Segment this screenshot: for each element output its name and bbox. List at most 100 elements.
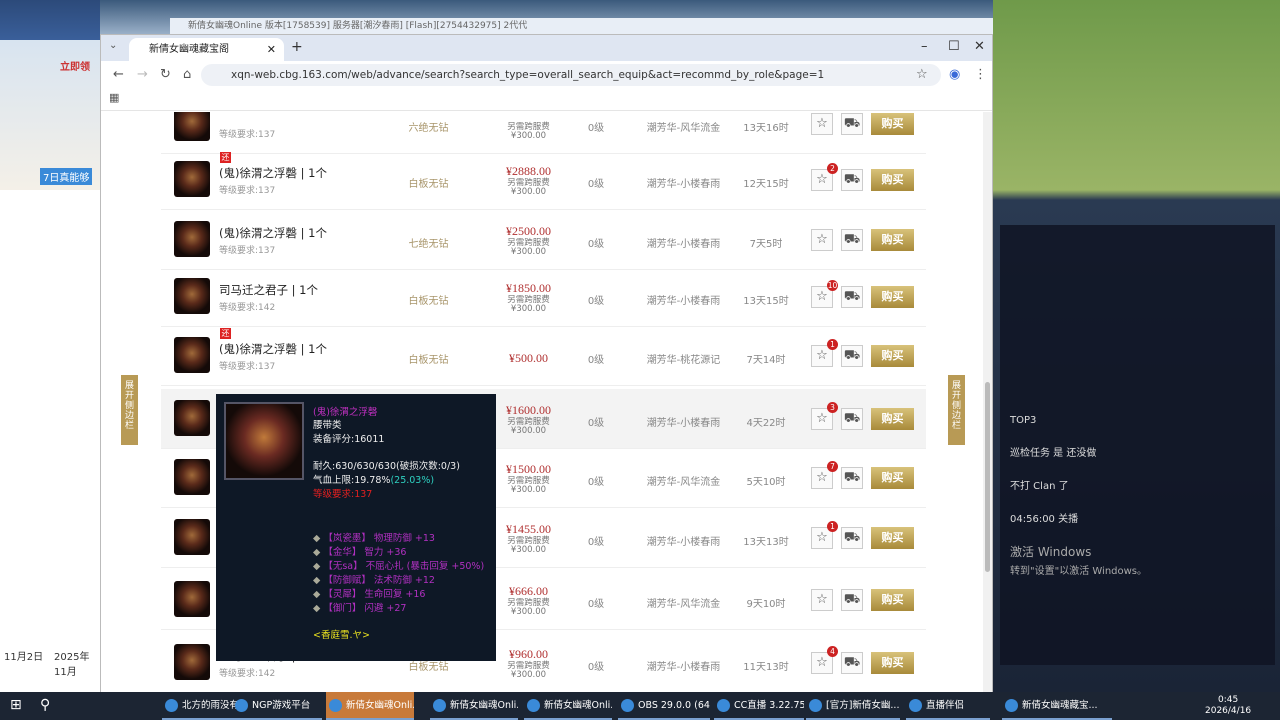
- apps-icon[interactable]: ▦: [109, 91, 119, 104]
- search-icon[interactable]: ⚲: [40, 697, 50, 713]
- taskbar-item[interactable]: NGP游戏平台: [232, 692, 322, 720]
- fee-amount: ¥300.00: [510, 545, 547, 555]
- maximize-button[interactable]: ☐: [948, 39, 960, 54]
- windows-start-icon[interactable]: ⊞: [10, 697, 22, 713]
- menu-icon[interactable]: ⋮: [974, 67, 987, 82]
- item-name[interactable]: (鬼)徐渭之浮磬 | 1个: [219, 225, 327, 241]
- buy-button[interactable]: 购买: [871, 589, 914, 611]
- item-name[interactable]: (鬼)徐渭之浮磬 | 1个: [219, 165, 327, 181]
- item-icon[interactable]: [174, 644, 210, 680]
- new-tab-button[interactable]: +: [291, 39, 303, 55]
- cart-icon[interactable]: ⛟: [841, 229, 863, 251]
- home-icon[interactable]: ⌂: [183, 67, 191, 82]
- bookmarks-bar: ▦: [101, 89, 992, 111]
- url-input[interactable]: xqn-web.cbg.163.com/web/advance/search?s…: [201, 64, 941, 86]
- cart-icon[interactable]: ⛟: [841, 169, 863, 191]
- expand-sidebar-right[interactable]: 展开侧边栏: [948, 375, 965, 445]
- item-icon[interactable]: [174, 519, 210, 555]
- item-level: 0级: [587, 123, 605, 134]
- cart-icon[interactable]: ⛟: [841, 527, 863, 549]
- favorite-star-icon[interactable]: ☆: [811, 113, 833, 135]
- item-level: 0级: [587, 599, 605, 610]
- time-remaining: 13天16时: [743, 123, 789, 134]
- app-icon: [235, 699, 248, 712]
- item-icon[interactable]: [174, 161, 210, 197]
- taskbar-item[interactable]: 新倩女幽魂藏宝...: [1002, 692, 1112, 720]
- bullet-icon: ◆: [313, 533, 324, 544]
- buy-button[interactable]: 购买: [871, 286, 914, 308]
- item-icon[interactable]: [174, 112, 210, 141]
- buy-button[interactable]: 购买: [871, 345, 914, 367]
- level-requirement: 等级要求:142: [219, 303, 276, 313]
- bookmark-star-icon[interactable]: ☆: [916, 67, 928, 82]
- close-window-button[interactable]: ✕: [974, 39, 985, 54]
- close-tab-icon[interactable]: ✕: [267, 38, 276, 61]
- cart-icon[interactable]: ⛟: [841, 345, 863, 367]
- reload-icon[interactable]: ↻: [160, 67, 171, 82]
- browser-tab[interactable]: 新倩女幽魂藏宝阁 ✕: [129, 38, 284, 61]
- buy-button[interactable]: 购买: [871, 527, 914, 549]
- table-row[interactable]: (鬼)徐渭之浮磬 | 1个 等级要求:137 七绝无钻 ¥2500.00 另需跨服费 ¥3…: [161, 210, 926, 270]
- cart-icon[interactable]: ⛟: [841, 408, 863, 430]
- table-row[interactable]: 司马迁之君子 | 1个 等级要求:142 白板无钻 ¥1850.00 另需跨服费 ¥300…: [161, 267, 926, 327]
- tab-list-icon[interactable]: ⌄: [109, 40, 117, 51]
- table-row[interactable]: 还 (鬼)徐渭之浮磬 | 1个 等级要求:137 白板无钻 ¥500.00 0级 潮芳华-桃…: [161, 326, 926, 386]
- taskbar-item[interactable]: 新倩女幽魂Onli...: [524, 692, 612, 720]
- tooltip-attr-text: 【御门】 闪避 +27: [323, 603, 407, 614]
- taskbar-item[interactable]: CC直播 3.22.75: [714, 692, 804, 720]
- minimize-button[interactable]: –: [921, 39, 928, 54]
- clock[interactable]: 0:45 2026/4/16: [1205, 695, 1251, 717]
- item-icon[interactable]: [174, 337, 210, 373]
- taskbar-item[interactable]: [官方]新倩女幽...: [806, 692, 900, 720]
- item-name[interactable]: (鬼)徐渭之浮磬 | 1个: [219, 341, 327, 357]
- tooltip-attr-text: 【金华】 智力 +36: [323, 547, 407, 558]
- scrollbar[interactable]: [983, 112, 992, 692]
- taskbar-item[interactable]: OBS 29.0.0 (64...: [618, 692, 710, 720]
- cart-icon[interactable]: ⛟: [841, 467, 863, 489]
- forward-icon[interactable]: →: [137, 67, 148, 82]
- buy-button[interactable]: 购买: [871, 113, 914, 135]
- item-icon[interactable]: [174, 400, 210, 436]
- favorite-star-icon[interactable]: ☆: [811, 589, 833, 611]
- buy-button[interactable]: 购买: [871, 652, 914, 674]
- cross-server-fee: 另需跨服费 ¥300.00: [486, 239, 571, 257]
- app-icon: [809, 699, 822, 712]
- table-row[interactable]: 等级要求:137 六绝无钻 另需跨服费 ¥300.00 0级 潮芳华-风华流金 13天16时…: [161, 112, 926, 154]
- server-name: 潮芳华-风华流金: [646, 123, 721, 134]
- taskbar-item[interactable]: 新倩女幽魂Onli...: [430, 692, 518, 720]
- item-level: 0级: [587, 662, 605, 673]
- item-icon[interactable]: [174, 221, 210, 257]
- buy-button[interactable]: 购买: [871, 467, 914, 489]
- buy-button[interactable]: 购买: [871, 229, 914, 251]
- cart-icon[interactable]: ⛟: [841, 652, 863, 674]
- buy-button[interactable]: 购买: [871, 408, 914, 430]
- taskbar-item[interactable]: 新倩女幽魂Onli...: [326, 692, 414, 720]
- taskbar-item-label: 直播伴侣: [926, 700, 965, 711]
- item-price: ¥1600.00: [506, 403, 551, 417]
- cart-icon[interactable]: ⛟: [841, 286, 863, 308]
- time-remaining: 12天15时: [743, 179, 789, 190]
- expand-sidebar-left[interactable]: 展开侧边栏: [121, 375, 138, 445]
- taskbar-item-label: CC直播 3.22.75: [734, 700, 804, 711]
- scrollbar-thumb[interactable]: [985, 382, 990, 572]
- cart-icon[interactable]: ⛟: [841, 113, 863, 135]
- time-remaining: 11天13时: [743, 662, 789, 673]
- favorite-star-icon[interactable]: ☆: [811, 229, 833, 251]
- item-name[interactable]: 司马迁之君子 | 1个: [219, 282, 318, 298]
- profile-icon[interactable]: ◉: [949, 67, 960, 82]
- table-row[interactable]: 还 (鬼)徐渭之浮磬 | 1个 等级要求:137 白板无钻 ¥2888.00 另需跨服费 ¥…: [161, 150, 926, 210]
- server-name: 潮芳华-小楼春雨: [646, 537, 721, 548]
- item-icon[interactable]: [174, 581, 210, 617]
- taskbar-item-label: 新倩女幽魂Onli...: [450, 700, 518, 711]
- bullet-icon: ◆: [313, 603, 324, 614]
- item-icon[interactable]: [174, 278, 210, 314]
- buy-button[interactable]: 购买: [871, 169, 914, 191]
- taskbar-item-label: 新倩女幽魂藏宝...: [1022, 700, 1098, 711]
- level-requirement: 等级要求:137: [219, 130, 276, 140]
- taskbar-item[interactable]: 直播伴侣: [906, 692, 990, 720]
- taskbar: ⊞ ⚲ 北方的雨没有... NGP游戏平台 新倩女幽魂Onli... 新倩女幽魂Onl…: [0, 692, 1280, 720]
- back-icon[interactable]: ←: [113, 67, 124, 82]
- item-icon[interactable]: [174, 459, 210, 495]
- cart-icon[interactable]: ⛟: [841, 589, 863, 611]
- item-level: 0级: [587, 179, 605, 190]
